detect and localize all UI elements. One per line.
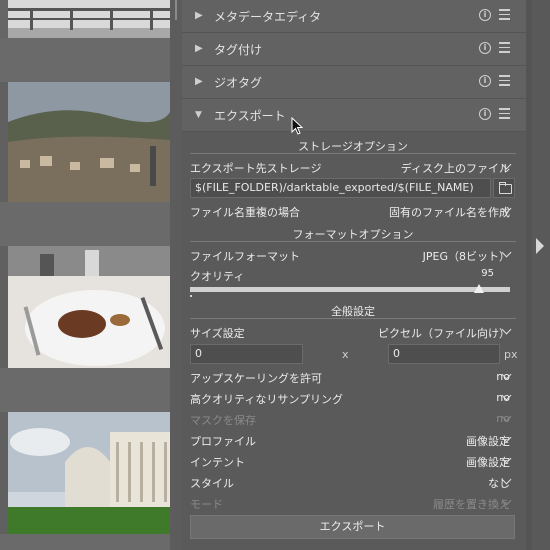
expand-arrow-icon: ▶ bbox=[195, 43, 203, 54]
collapse-arrow-icon: ▼ bbox=[195, 110, 202, 120]
module-title: タグ付け bbox=[214, 43, 263, 57]
unit-px-label: px bbox=[504, 348, 518, 361]
thumbnail-pisa-baptistery[interactable] bbox=[0, 412, 170, 534]
panel-divider[interactable] bbox=[170, 0, 182, 550]
thumbnail-railing[interactable] bbox=[0, 0, 170, 38]
collapse-panel-arrow-icon[interactable] bbox=[536, 238, 544, 254]
mouse-cursor-icon bbox=[291, 117, 304, 135]
global-section-title: 全般設定 bbox=[331, 305, 375, 318]
style-label: スタイル bbox=[190, 477, 234, 490]
section-divider bbox=[190, 241, 516, 242]
presets-menu-icon[interactable] bbox=[499, 108, 510, 122]
thumbnail-city-hills-image bbox=[0, 82, 170, 202]
section-divider bbox=[190, 153, 516, 154]
module-export[interactable]: ▼ エクスポート i bbox=[182, 99, 526, 132]
presets-menu-icon[interactable] bbox=[499, 42, 510, 56]
thumbnail-steak-dinner-image bbox=[0, 246, 170, 368]
folder-icon bbox=[499, 184, 512, 194]
thumbnail-railing-image bbox=[0, 0, 170, 38]
expand-arrow-icon: ▶ bbox=[195, 10, 203, 21]
target-storage-label: エクスポート先ストレージ bbox=[190, 162, 322, 175]
format-section-title: フォーマットオプション bbox=[292, 228, 414, 241]
scrollbar-thumb[interactable] bbox=[175, 0, 177, 20]
mode-dropdown: 履歴を置き換え bbox=[433, 498, 510, 511]
info-icon[interactable]: i bbox=[479, 9, 491, 21]
export-path-input[interactable]: $(FILE_FOLDER)/darktable_exported/$(FILE… bbox=[190, 178, 491, 198]
target-storage-dropdown[interactable]: ディスク上のファイル bbox=[401, 160, 510, 176]
intent-label: インテント bbox=[190, 456, 245, 469]
slider-min-marker bbox=[190, 295, 192, 297]
set-size-label: サイズ設定 bbox=[190, 327, 245, 340]
info-icon[interactable]: i bbox=[479, 75, 491, 87]
thumbnail-pisa-baptistery-image bbox=[0, 412, 170, 534]
info-icon[interactable]: i bbox=[479, 42, 491, 54]
module-geotagging[interactable]: ▶ ジオタグ i bbox=[182, 66, 526, 99]
info-icon[interactable]: i bbox=[479, 108, 491, 120]
quality-slider[interactable] bbox=[190, 287, 510, 292]
storage-section-title: ストレージオプション bbox=[298, 140, 408, 153]
set-size-dropdown[interactable]: ピクセル（ファイル向け） bbox=[378, 325, 510, 341]
module-metadata-editor[interactable]: ▶ メタデータエディタ i bbox=[182, 0, 526, 33]
quality-label: クオリティ bbox=[190, 270, 245, 283]
module-title: エクスポート bbox=[214, 109, 286, 123]
presets-menu-icon[interactable] bbox=[499, 75, 510, 89]
mode-label: モード bbox=[190, 498, 223, 511]
width-input[interactable]: 0 bbox=[190, 344, 303, 364]
section-divider bbox=[190, 318, 516, 319]
times-symbol: x bbox=[342, 348, 349, 361]
presets-menu-icon[interactable] bbox=[499, 9, 510, 23]
export-button[interactable]: エクスポート bbox=[190, 515, 515, 539]
hq-resampling-label: 高クオリティなリサンプリング bbox=[190, 393, 344, 406]
store-masks-label: マスクを保存 bbox=[190, 414, 256, 427]
on-conflict-label: ファイル名重複の場合 bbox=[190, 206, 300, 219]
module-title: ジオタグ bbox=[214, 76, 263, 90]
module-title: メタデータエディタ bbox=[214, 10, 322, 24]
file-format-dropdown[interactable]: JPEG（8ビット） bbox=[423, 248, 510, 264]
quality-slider-handle[interactable] bbox=[474, 284, 484, 293]
quality-value: 95 bbox=[481, 268, 494, 279]
right-edge-strip bbox=[526, 0, 550, 550]
thumbnail-steak-dinner[interactable] bbox=[0, 246, 170, 368]
file-format-label: ファイルフォーマット bbox=[190, 250, 300, 263]
profile-label: プロファイル bbox=[190, 435, 256, 448]
height-input[interactable]: 0 bbox=[388, 344, 500, 364]
filmstrip bbox=[0, 0, 170, 550]
thumbnail-city-hills[interactable] bbox=[0, 82, 170, 202]
allow-upscaling-label: アップスケーリングを許可 bbox=[190, 372, 322, 385]
module-tagging[interactable]: ▶ タグ付け i bbox=[182, 33, 526, 66]
folder-browse-button[interactable] bbox=[493, 178, 515, 198]
expand-arrow-icon: ▶ bbox=[195, 76, 203, 87]
on-conflict-dropdown[interactable]: 固有のファイル名を作成 bbox=[389, 204, 510, 220]
